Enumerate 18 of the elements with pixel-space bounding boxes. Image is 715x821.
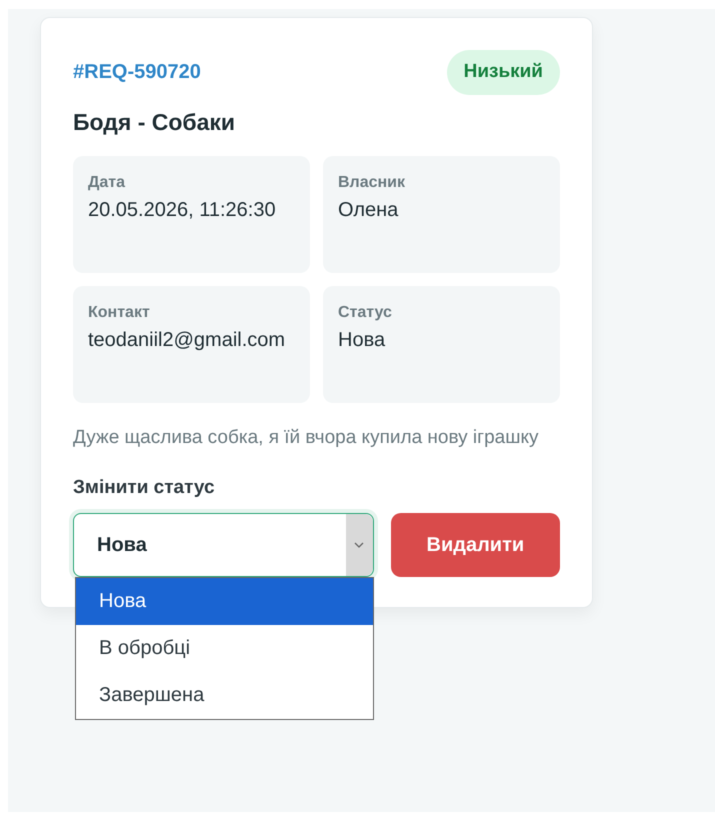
request-title: Бодя - Собаки	[73, 108, 236, 137]
priority-badge: Низький	[446, 50, 560, 94]
info-value: teodaniil2@gmail.com	[88, 328, 286, 353]
info-value: Олена	[338, 198, 400, 223]
chevron-down-icon	[354, 542, 364, 548]
delete-button[interactable]: Видалити	[390, 512, 560, 576]
info-label: Контакт	[88, 303, 151, 323]
description: Дуже щаслива собка, я їй вчора купила нову іграшку	[73, 426, 540, 450]
info-label: Дата	[88, 173, 126, 193]
dropdown-option[interactable]: Завершена	[76, 672, 373, 718]
dropdown-option[interactable]: Нова	[76, 578, 373, 624]
info-label: Статус	[338, 303, 393, 323]
info-value: Нова	[338, 328, 386, 353]
status-label: Змінити статус	[73, 476, 216, 500]
info-label: Власник	[338, 173, 406, 193]
dropdown-option[interactable]: В обробці	[76, 624, 373, 672]
info-value: 20.05.2026, 11:26:30	[88, 198, 277, 223]
request-id: #REQ-590720	[73, 60, 201, 86]
